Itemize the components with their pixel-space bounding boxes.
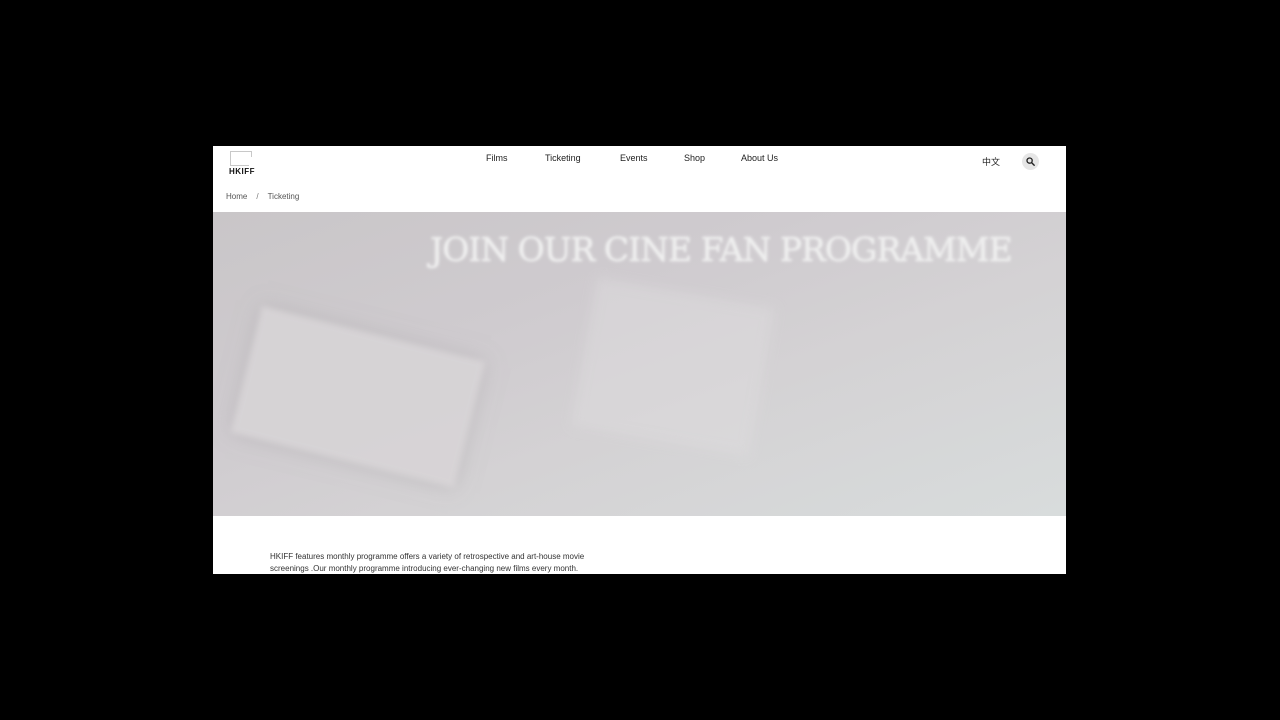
- breadcrumb-home[interactable]: Home: [226, 192, 247, 201]
- breadcrumb: Home / Ticketing: [226, 192, 299, 201]
- breadcrumb-current[interactable]: Ticketing: [268, 192, 300, 201]
- nav-about-us[interactable]: About Us: [741, 153, 778, 163]
- intro-line-1: HKIFF features monthly programme offers …: [270, 552, 585, 561]
- nav-films[interactable]: Films: [486, 153, 508, 163]
- search-icon: [1026, 157, 1035, 166]
- search-button[interactable]: [1022, 153, 1039, 170]
- hkiff-logo[interactable]: HKIFF: [228, 151, 256, 177]
- nav-events[interactable]: Events: [620, 153, 648, 163]
- browser-window: HKIFF Films Ticketing Events Shop About …: [213, 146, 1066, 574]
- intro-line-2: screenings .Our monthly programme introd…: [270, 564, 579, 573]
- intro-text: HKIFF features monthly programme offers …: [270, 551, 630, 574]
- membership-card-image-back: [571, 277, 775, 457]
- nav-shop[interactable]: Shop: [684, 153, 705, 163]
- language-toggle[interactable]: 中文: [982, 155, 1000, 168]
- nav-ticketing[interactable]: Ticketing: [545, 153, 581, 163]
- site-header: HKIFF Films Ticketing Events Shop About …: [213, 146, 1066, 212]
- logo-mark-icon: [230, 151, 252, 166]
- breadcrumb-separator: /: [256, 192, 259, 201]
- hero-title: JOIN OUR CINE FAN PROGRAMME: [430, 230, 1013, 269]
- membership-card-image: [230, 306, 486, 488]
- hero-banner: JOIN OUR CINE FAN PROGRAMME: [213, 212, 1066, 516]
- logo-text: HKIFF: [229, 167, 256, 176]
